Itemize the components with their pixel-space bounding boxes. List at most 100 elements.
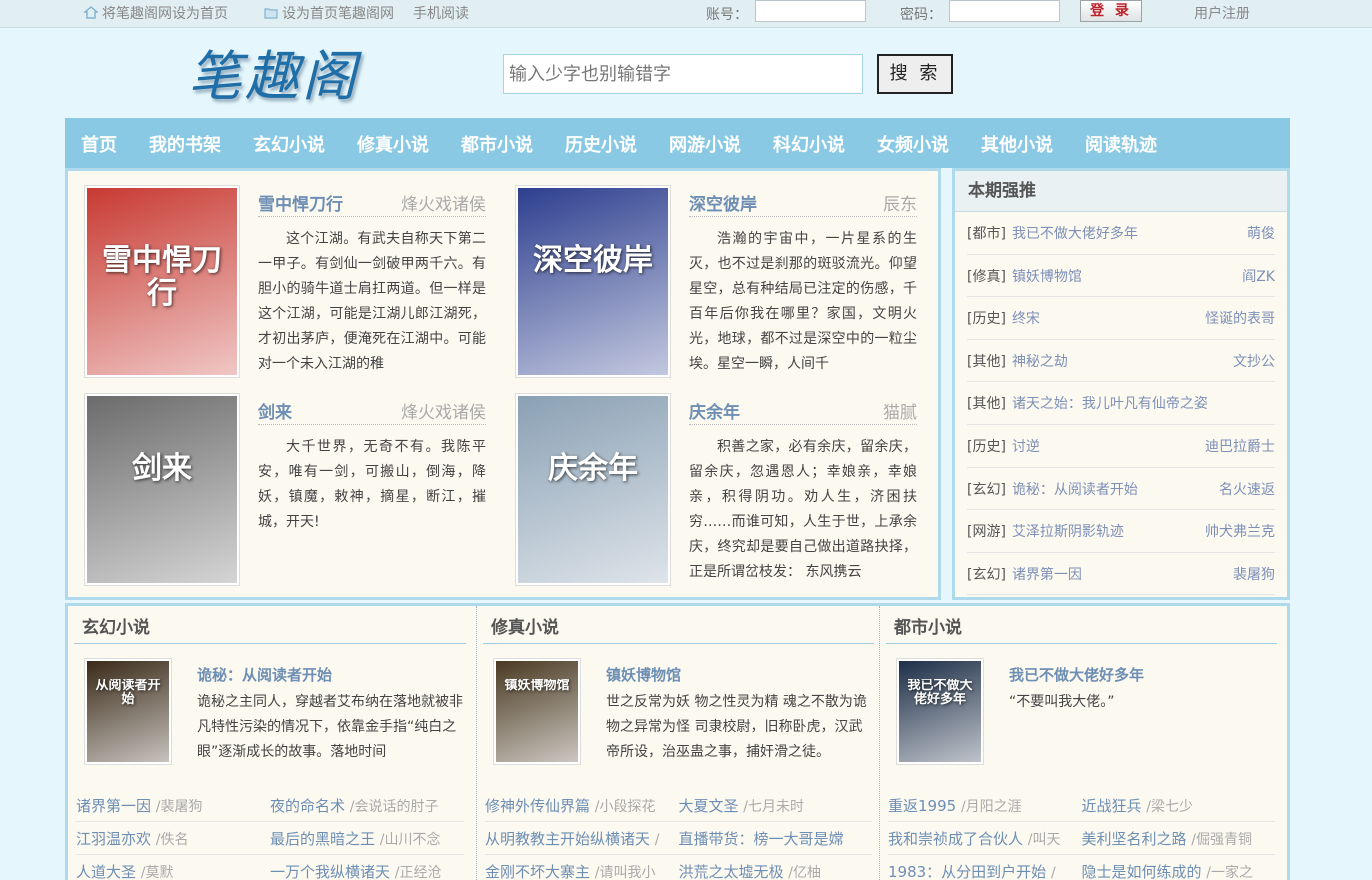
list-item[interactable]: 大夏文圣 /七月未时: [679, 789, 873, 821]
nav-xuanhuan[interactable]: 玄幻小说: [237, 118, 341, 168]
book-cover[interactable]: 从阅读者开始: [84, 658, 172, 765]
book-link[interactable]: 江羽温亦欢: [76, 830, 151, 848]
rank-author[interactable]: 名火速返: [1219, 468, 1275, 512]
nav-nvpin[interactable]: 女频小说: [861, 118, 965, 168]
book-title[interactable]: 诡秘：从阅读者开始: [197, 664, 332, 685]
book-link[interactable]: 从明教教主开始纵横诸天: [485, 830, 650, 848]
book-author[interactable]: /: [1051, 865, 1056, 880]
book-author[interactable]: /佚名: [156, 832, 189, 848]
book-link[interactable]: 诸界第一因: [76, 797, 151, 815]
rank-book[interactable]: 讨逆: [1012, 439, 1040, 455]
book-link[interactable]: 一万个我纵横诸天: [270, 863, 390, 880]
book-title[interactable]: 雪中悍刀行: [258, 190, 343, 215]
book-author[interactable]: /请叫我小: [595, 865, 656, 880]
list-item[interactable]: 最后的黑暗之王 /山川不念: [270, 822, 464, 854]
category-heading[interactable]: 玄幻小说: [74, 610, 466, 644]
rank-author[interactable]: 怪诞的表哥: [1205, 297, 1275, 341]
search-button[interactable]: 搜 索: [877, 54, 953, 94]
nav-dushi[interactable]: 都市小说: [445, 118, 549, 168]
mobile-link[interactable]: 手机阅读: [413, 3, 469, 23]
book-cover[interactable]: 镇妖博物馆: [493, 658, 581, 765]
list-item[interactable]: 直播带货：榜一大哥是嫦: [679, 822, 873, 854]
book-author[interactable]: /叫天: [1028, 832, 1061, 848]
bookmark-link[interactable]: 设为首页笔趣阁网: [264, 3, 394, 23]
book-link[interactable]: 夜的命名术: [270, 797, 345, 815]
nav-xiuzhen[interactable]: 修真小说: [341, 118, 445, 168]
book-author[interactable]: /莫默: [141, 865, 174, 880]
book-link[interactable]: 洪荒之太墟无极: [679, 863, 784, 880]
login-button[interactable]: 登 录: [1080, 0, 1142, 22]
rank-book[interactable]: 诸天之始：我儿叶凡有仙帝之姿: [1012, 396, 1208, 412]
book-link[interactable]: 隐士是如何练成的: [1082, 863, 1202, 880]
list-item[interactable]: 洪荒之太墟无极 /亿柚: [679, 855, 873, 880]
list-item[interactable]: 美利坚名利之路 /倔强青铜: [1082, 822, 1276, 854]
book-author[interactable]: /亿柚: [788, 865, 821, 880]
nav-bookshelf[interactable]: 我的书架: [133, 118, 237, 168]
book-author[interactable]: /: [655, 832, 660, 848]
book-link[interactable]: 人道大圣: [76, 863, 136, 880]
book-link[interactable]: 修神外传仙界篇: [485, 797, 590, 815]
list-item[interactable]: 诸界第一因 /裴屠狗: [76, 789, 270, 821]
book-cover[interactable]: 我已不做大佬好多年: [896, 658, 984, 765]
set-home-link[interactable]: 将笔趣阁网设为首页: [84, 3, 228, 23]
book-cover[interactable]: 剑来: [84, 393, 240, 586]
rank-book[interactable]: 镇妖博物馆: [1012, 269, 1082, 285]
book-cover[interactable]: 庆余年: [515, 393, 671, 586]
rank-author[interactable]: 萌俊: [1247, 212, 1275, 256]
book-link[interactable]: 近战狂兵: [1082, 797, 1142, 815]
book-author[interactable]: /裴屠狗: [156, 799, 203, 815]
book-title[interactable]: 剑来: [258, 398, 292, 423]
category-heading[interactable]: 都市小说: [886, 610, 1277, 644]
list-item[interactable]: 江羽温亦欢 /佚名: [76, 822, 270, 854]
rank-book[interactable]: 神秘之劫: [1012, 354, 1068, 370]
list-item[interactable]: 从明教教主开始纵横诸天 /: [485, 822, 679, 854]
book-author[interactable]: /一家之: [1206, 865, 1253, 880]
book-title[interactable]: 深空彼岸: [689, 190, 757, 215]
rank-author[interactable]: 帅犬弗兰克: [1205, 510, 1275, 554]
book-cover[interactable]: 雪中悍刀行: [84, 185, 240, 378]
book-link[interactable]: 我和崇祯成了合伙人: [888, 830, 1023, 848]
book-author[interactable]: /倔强青铜: [1191, 832, 1252, 848]
book-author[interactable]: /小段探花: [595, 799, 656, 815]
rank-book[interactable]: 诡秘：从阅读者开始: [1012, 482, 1138, 498]
list-item[interactable]: 我和崇祯成了合伙人 /叫天: [888, 822, 1082, 854]
list-item[interactable]: 近战狂兵 /梁七少: [1082, 789, 1276, 821]
book-link[interactable]: 美利坚名利之路: [1082, 830, 1187, 848]
search-input[interactable]: [503, 54, 863, 94]
book-author[interactable]: /月阳之涯: [961, 799, 1022, 815]
book-link[interactable]: 最后的黑暗之王: [270, 830, 375, 848]
book-cover[interactable]: 深空彼岸: [515, 185, 671, 378]
password-input[interactable]: [949, 0, 1060, 22]
list-item[interactable]: 1983：从分田到户开始 /: [888, 855, 1082, 880]
list-item[interactable]: 夜的命名术 /会说话的肘子: [270, 789, 464, 821]
rank-book[interactable]: 我已不做大佬好多年: [1012, 226, 1138, 242]
book-link[interactable]: 重返1995: [888, 797, 956, 815]
nav-wangyou[interactable]: 网游小说: [653, 118, 757, 168]
list-item[interactable]: 金刚不坏大寨主 /请叫我小: [485, 855, 679, 880]
rank-book[interactable]: 诸界第一因: [1012, 567, 1082, 583]
list-item[interactable]: 一万个我纵横诸天 /正经沧: [270, 855, 464, 880]
book-link[interactable]: 大夏文圣: [679, 797, 739, 815]
category-heading[interactable]: 修真小说: [483, 610, 874, 644]
book-link[interactable]: 直播带货：榜一大哥是嫦: [679, 830, 844, 848]
rank-book[interactable]: 终宋: [1012, 311, 1040, 327]
rank-author[interactable]: 文抄公: [1233, 340, 1275, 384]
book-author[interactable]: /会说话的肘子: [350, 799, 439, 815]
book-title[interactable]: 镇妖博物馆: [606, 664, 681, 685]
nav-other[interactable]: 其他小说: [965, 118, 1069, 168]
rank-author[interactable]: 阎ZK: [1242, 255, 1275, 299]
book-link[interactable]: 1983：从分田到户开始: [888, 863, 1046, 880]
rank-book[interactable]: 艾泽拉斯阴影轨迹: [1012, 524, 1124, 540]
list-item[interactable]: 修神外传仙界篇 /小段探花: [485, 789, 679, 821]
book-author[interactable]: /梁七少: [1146, 799, 1193, 815]
list-item[interactable]: 隐士是如何练成的 /一家之: [1082, 855, 1276, 880]
nav-kehuan[interactable]: 科幻小说: [757, 118, 861, 168]
nav-home[interactable]: 首页: [65, 118, 133, 168]
account-input[interactable]: [755, 0, 866, 22]
book-author[interactable]: /山川不念: [380, 832, 441, 848]
book-title[interactable]: 我已不做大佬好多年: [1009, 664, 1144, 685]
list-item[interactable]: 重返1995 /月阳之涯: [888, 789, 1082, 821]
book-author[interactable]: /七月未时: [743, 799, 804, 815]
rank-author[interactable]: 迪巴拉爵士: [1205, 425, 1275, 469]
register-link[interactable]: 用户注册: [1194, 3, 1250, 23]
